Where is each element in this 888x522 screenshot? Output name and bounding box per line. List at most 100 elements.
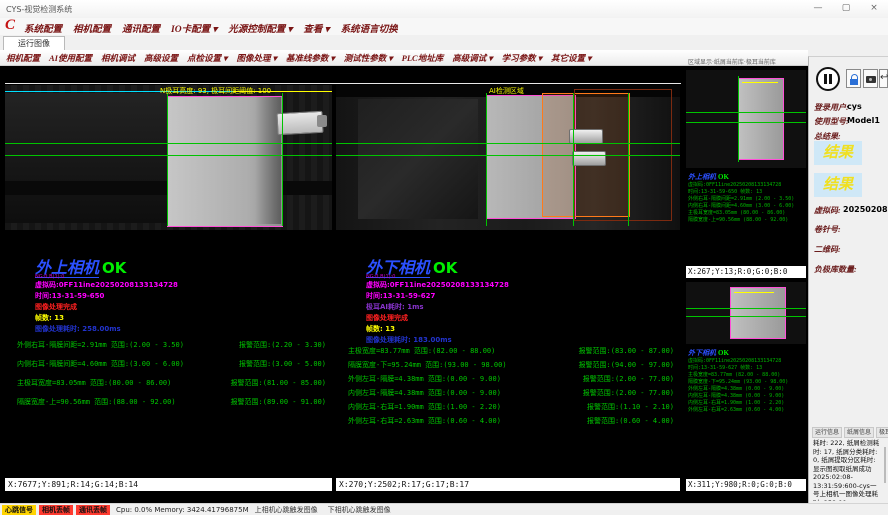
toolbar-item[interactable]: PLC地址库 bbox=[402, 52, 444, 64]
minimize-button[interactable]: — bbox=[808, 2, 828, 16]
upper-camera-view: N极耳高度: 93, 极耳间距阈值: 100 外上相机OK NG:0,B(1):… bbox=[5, 84, 332, 491]
info-tab[interactable]: 运行信息 bbox=[812, 427, 842, 438]
menu-item[interactable]: 系统语言切换 bbox=[341, 21, 398, 35]
measure-row: 隔膜宽度-上=90.56mm 范围:(88.00 - 92.00) 报警范围:(… bbox=[17, 397, 326, 416]
alarm-range: 报警范围:(3.00 - 5.00) bbox=[239, 359, 326, 378]
measure-value: 外侧右耳-隔膜间距=2.91mm 范围:(2.00 - 3.50) bbox=[17, 340, 184, 359]
alarm-range: 报警范围:(89.00 - 91.00) bbox=[231, 397, 326, 416]
measure-row: 主极宽度=83.77mm 范围:(82.00 - 88.00) 报警范围:(83… bbox=[348, 346, 674, 360]
measure-line-v bbox=[738, 76, 739, 162]
app-window: CYS-视觉检测系统 — ▢ × C 系统配置相机配置通讯配置IO卡配置 ▾光源… bbox=[0, 0, 888, 522]
measure-value: 主极耳宽度=83.05mm 范围:(80.00 - 86.00) bbox=[17, 378, 171, 397]
info-tabs: 运行信息纸屑信息极耳信息 bbox=[812, 427, 888, 438]
menu-item[interactable]: 相机配置 bbox=[73, 21, 111, 35]
preview-lines: 虚拟码:0FF11ine20250208133134728时间:13-31-59… bbox=[688, 182, 806, 224]
toolbar-item[interactable]: 其它设置 ▾ bbox=[551, 52, 591, 64]
toolbar-item[interactable]: 基准线参数 ▾ bbox=[286, 52, 335, 64]
title-bar: CYS-视觉检测系统 — ▢ × bbox=[0, 0, 888, 19]
ai-elapsed-line: 极耳AI耗时: 1ms bbox=[366, 302, 424, 312]
status-badge: 通讯丢帧 bbox=[76, 505, 110, 515]
upper-camera-image[interactable]: N极耳高度: 93, 极耳间距阈值: 100 bbox=[5, 85, 332, 230]
menu-bar: C 系统配置相机配置通讯配置 IO卡配置 ▾ 光源控制配置 ▾ 查看 ▾ 系统语言切换 bbox=[0, 18, 888, 35]
metal-clamp bbox=[569, 129, 603, 144]
result-ok-badge: OK bbox=[718, 173, 729, 181]
alarm-range: 报警范围:(81.00 - 85.00) bbox=[231, 378, 326, 397]
measure-row: 外侧左耳-隔膜=4.38mm 范围:(0.00 - 9.00) 报警范围:(2.… bbox=[348, 374, 674, 388]
elapsed-line: 图像处理耗时: 258.00ms bbox=[35, 324, 121, 334]
measure-row: 主极耳宽度=83.05mm 范围:(80.00 - 86.00) 报警范围:(8… bbox=[17, 378, 326, 397]
alarm-range: 报警范围:(2.00 - 77.00) bbox=[583, 374, 674, 388]
status-badges: 心跳信号相机丢帧通讯丢帧 bbox=[2, 505, 110, 515]
toolbar-item[interactable]: 图像处理 ▾ bbox=[236, 52, 276, 64]
qr-code-label: 二维码: bbox=[814, 244, 841, 255]
preview-line: 时间:13-31-59-650 帧数: 13 bbox=[688, 189, 806, 196]
measure-value: 外侧左耳-右耳=2.63mm 范围:(0.60 - 4.00) bbox=[348, 416, 501, 430]
preview-upper-image[interactable] bbox=[686, 70, 806, 168]
preview-sheet-roi bbox=[730, 287, 786, 339]
info-tab[interactable]: 极耳信息 bbox=[876, 427, 888, 438]
bottom-strip bbox=[0, 515, 888, 522]
guide-line-yellow bbox=[734, 292, 774, 293]
preview-line: 时间:13-31-59-627 帧数: 13 bbox=[688, 365, 806, 372]
process-done-line: 图像处理完成 bbox=[35, 302, 77, 312]
preview-lower-image[interactable] bbox=[686, 282, 806, 344]
return-button[interactable]: ↩ bbox=[879, 69, 888, 88]
needle-number-label: 卷针号: bbox=[814, 224, 841, 235]
coordinate-bar-preview1: X:267;Y:13;R:0;G:0;B:0 bbox=[686, 266, 806, 278]
lower-camera-image[interactable]: AI检测区域 bbox=[336, 85, 680, 230]
app-logo-icon: C bbox=[5, 17, 15, 34]
measure-value: 主极宽度=83.77mm 范围:(82.00 - 88.00) bbox=[348, 346, 495, 360]
menu-item[interactable]: IO卡配置 ▾ bbox=[171, 21, 217, 35]
preview-line: 虚拟码:0FF11ine20250208133134728 bbox=[688, 358, 806, 365]
maximize-button[interactable]: ▢ bbox=[836, 2, 856, 16]
measure-row: 外侧右耳-隔膜间距=2.91mm 范围:(2.00 - 3.50) 报警范围:(… bbox=[17, 340, 326, 359]
toolbar-item[interactable]: 学习参数 ▾ bbox=[502, 52, 542, 64]
toolbar-item[interactable]: 高级设置 bbox=[144, 52, 178, 64]
virtual-code-label: 虚拟码: bbox=[814, 205, 841, 216]
preview-line: 主极宽度=83.77mm (82.00 - 88.00) bbox=[688, 372, 806, 379]
preview-lower-text: 外下相机OK 虚拟码:0FF11ine20250208133134728时间:1… bbox=[688, 348, 806, 472]
alarm-range: 报警范围:(94.00 - 97.00) bbox=[579, 360, 674, 374]
time-line: 时间:13-31-59-627 bbox=[366, 291, 435, 301]
measure-line-v bbox=[167, 93, 168, 226]
virtual-code-line: 虚拟码:0FF11ine20250208133134728 bbox=[366, 280, 509, 290]
machine-block bbox=[5, 93, 170, 223]
measure-list: 主极宽度=83.77mm 范围:(82.00 - 88.00) 报警范围:(83… bbox=[348, 346, 674, 430]
toolbar-item[interactable]: 相机配置 bbox=[6, 52, 40, 64]
result-ok-badge: OK bbox=[433, 259, 457, 277]
toolbar-item[interactable]: 高级调试 ▾ bbox=[452, 52, 492, 64]
preview-line: 虚拟码:0FF11ine20250208133134728 bbox=[688, 182, 806, 189]
measure-value: 外侧左耳-隔膜=4.38mm 范围:(0.00 - 9.00) bbox=[348, 374, 501, 388]
menu-item[interactable]: 系统配置 bbox=[24, 21, 62, 35]
return-arrow-icon: ↩ bbox=[880, 72, 887, 83]
status-notes: 上相机心跳触发图像下相机心跳触发图像 bbox=[255, 505, 391, 515]
alarm-range: 报警范围:(0.60 - 4.00) bbox=[587, 416, 674, 430]
toolbar-item[interactable]: AI使用配置 bbox=[49, 52, 92, 64]
electrode-tab-tip bbox=[317, 115, 327, 127]
menu-item[interactable]: 通讯配置 bbox=[122, 21, 160, 35]
toolbar-item[interactable]: 测试性参数 ▾ bbox=[344, 52, 393, 64]
model-value: Model1 bbox=[847, 116, 880, 125]
tab-row: 运行图像 bbox=[0, 35, 808, 51]
menu-item[interactable]: 查看 ▾ bbox=[303, 21, 329, 35]
log-scrollbar[interactable] bbox=[884, 447, 886, 483]
menu-item[interactable]: 光源控制配置 ▾ bbox=[228, 21, 292, 35]
toolbar-item[interactable]: 相机调试 bbox=[101, 52, 135, 64]
preview-line: 主极耳宽度=83.05mm (80.00 - 86.00) bbox=[688, 210, 806, 217]
pause-icon bbox=[829, 74, 832, 84]
main-camera-area: N极耳高度: 93, 极耳间距阈值: 100 外上相机OK NG:0,B(1):… bbox=[0, 66, 808, 503]
measure-line-v bbox=[282, 93, 283, 226]
elapsed-line: 图像处理耗时: 183.00ms bbox=[366, 335, 452, 345]
time-line: 时间:13-31-59-650 bbox=[35, 291, 104, 301]
pause-button[interactable] bbox=[816, 67, 840, 91]
info-tab[interactable]: 纸屑信息 bbox=[844, 427, 874, 438]
lock-button[interactable] bbox=[846, 69, 861, 88]
toolbar-item[interactable]: 点检设置 ▾ bbox=[187, 52, 227, 64]
camera-button[interactable] bbox=[863, 69, 878, 88]
preview-title: 外下相机OK bbox=[688, 348, 806, 358]
tab-run-image[interactable]: 运行图像 bbox=[3, 36, 65, 51]
close-button[interactable]: × bbox=[864, 2, 884, 16]
pause-icon bbox=[824, 74, 827, 84]
coordinate-bar-preview2: X:311;Y:980;R:0;G:0;B:0 bbox=[686, 479, 806, 491]
measure-line-h bbox=[686, 316, 806, 317]
